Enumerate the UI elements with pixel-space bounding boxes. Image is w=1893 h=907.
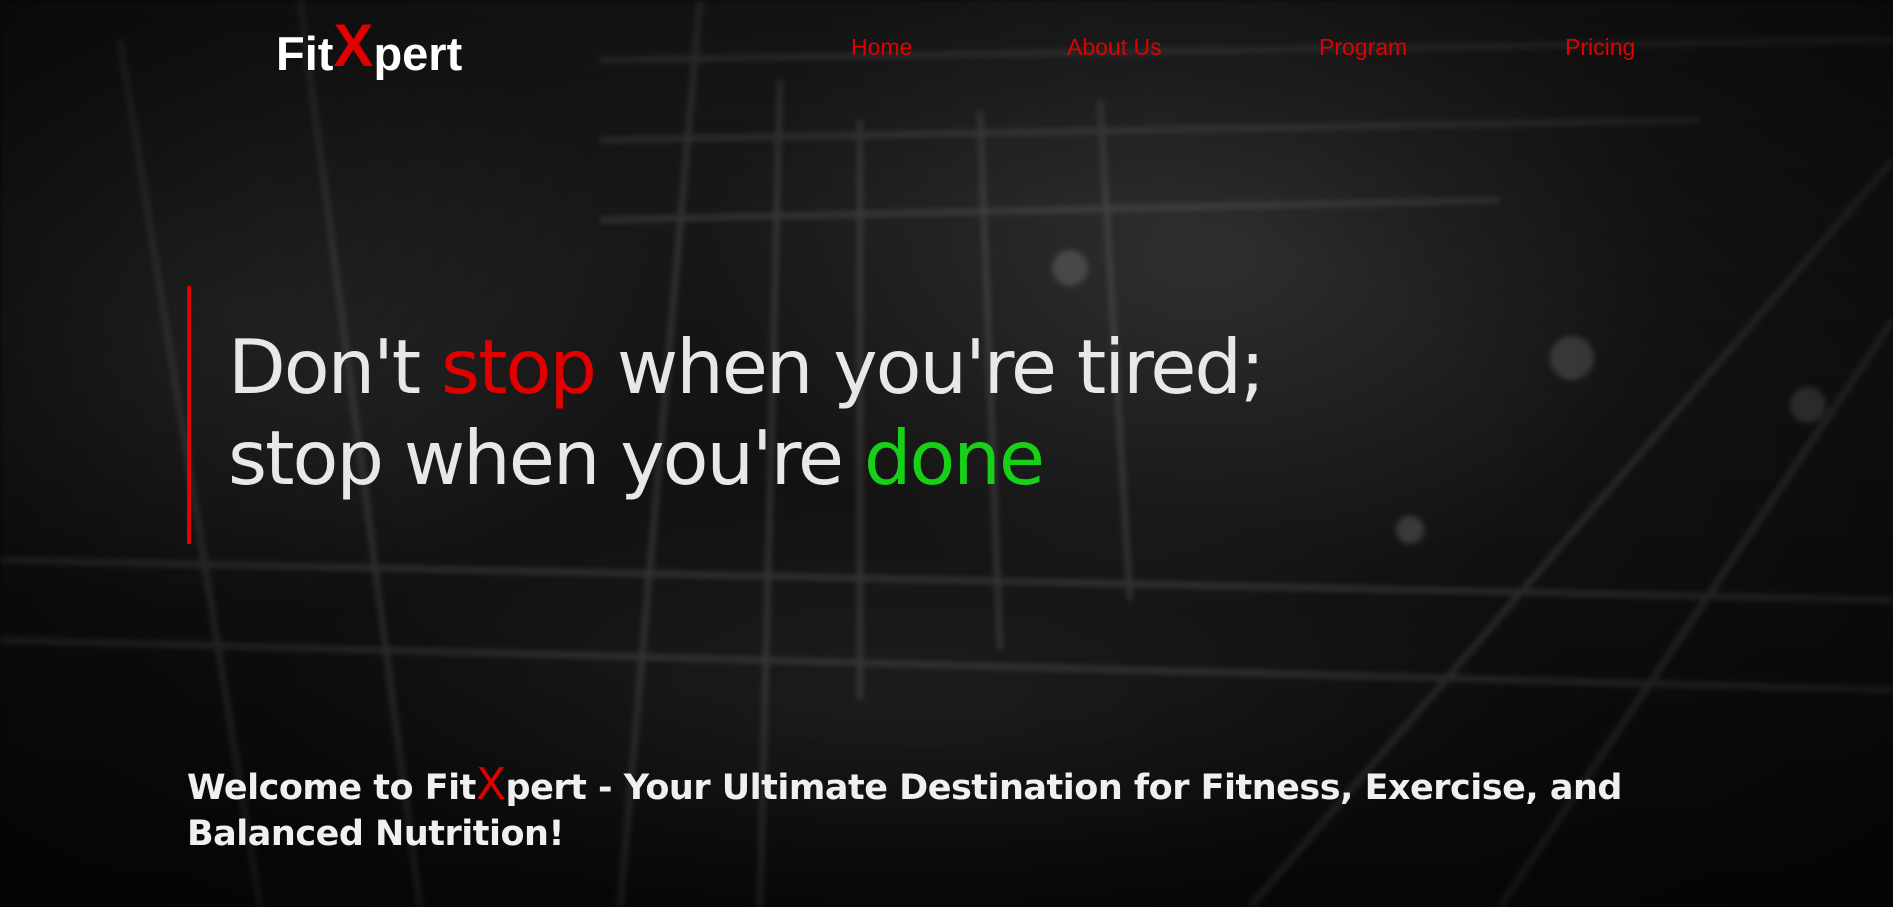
welcome-message: Welcome to FitXpert - Your Ultimate Dest…: [187, 762, 1747, 857]
headline-line2-start: stop when you're: [228, 414, 864, 502]
headline-stop-word: stop: [441, 323, 597, 411]
nav-link-home[interactable]: Home: [851, 34, 912, 61]
headline-line1-end: when you're tired;: [595, 323, 1265, 411]
nav-link-program[interactable]: Program: [1319, 34, 1407, 61]
headline-done-word: done: [863, 414, 1045, 502]
nav-link-pricing[interactable]: Pricing: [1565, 34, 1635, 61]
hero-section: FitXpert Home About Us Program Pricing D…: [0, 0, 1893, 907]
welcome-start: Welcome to Fit: [187, 768, 476, 808]
nav-menu: Home About Us Program Pricing: [0, 34, 1893, 64]
hero-headline: Don't stop when you're tired; stop when …: [228, 322, 1265, 504]
quote-accent-bar: [187, 286, 191, 544]
headline-line1-start: Don't: [228, 323, 442, 411]
welcome-accent: X: [475, 759, 506, 810]
top-navigation: FitXpert Home About Us Program Pricing: [0, 0, 1893, 96]
nav-link-about-us[interactable]: About Us: [1067, 34, 1162, 61]
